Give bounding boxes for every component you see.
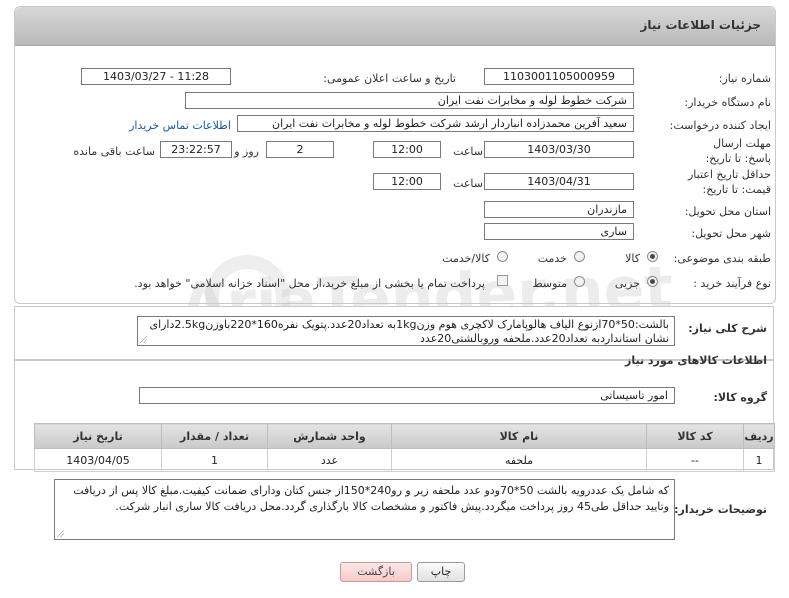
validity-label: حداقل تاریخ اعتبار قیمت: تا تاریخ: [687, 168, 771, 196]
description-text: بالشت:50*70ازنوع الیاف هالوپامارک لاکچری… [137, 316, 675, 346]
resize-grip-icon [140, 336, 147, 343]
description-value: بالشت:50*70ازنوع الیاف هالوپامارک لاکچری… [149, 318, 669, 345]
category-service-label: خدمت [537, 252, 567, 265]
panel-header: جزئیات اطلاعات نیاز [15, 7, 775, 46]
col-qty: تعداد / مقدار [161, 423, 268, 449]
remaining-label: ساعت باقی مانده [73, 145, 155, 158]
col-row: ردیف [743, 423, 775, 449]
panel-title: جزئیات اطلاعات نیاز [640, 18, 761, 32]
province-label: استان محل تحویل: [684, 205, 771, 218]
reply-time-label: ساعت [453, 145, 483, 158]
creator-label: ایجاد کننده درخواست: [669, 119, 771, 132]
buyer-field: شرکت خطوط لوله و مخابرات نفت ایران [185, 92, 634, 109]
col-code: کد کالا [646, 423, 744, 449]
contact-info-link[interactable]: اطلاعات تماس خریدار [129, 119, 231, 132]
creator-field: سعید آفرین محمدزاده انباردار ارشد شرکت خ… [237, 115, 634, 132]
process-label: نوع فرآیند خرید : [693, 277, 771, 290]
category-goods-service-radio[interactable] [497, 251, 508, 262]
cell-row: 1 [743, 448, 775, 472]
need-number-field: 1103001105000959 [484, 68, 634, 85]
announce-field: 1403/03/27 - 11:28 [81, 68, 231, 85]
reply-date-field: 1403/03/30 [484, 141, 634, 158]
buyer-notes-label: توضیحات خریدار: [674, 503, 767, 516]
col-unit: واحد شمارش [267, 423, 392, 449]
cell-code: -- [646, 448, 744, 472]
category-goods-label: کالا [625, 252, 640, 265]
province-field: مازندران [484, 201, 634, 218]
cell-qty: 1 [161, 448, 268, 472]
back-button[interactable]: بازگشت [340, 562, 412, 582]
process-medium-label: متوسط [532, 277, 567, 290]
days-field: 2 [266, 141, 334, 158]
days-label: روز و [234, 145, 259, 158]
cell-name: ملحفه [391, 448, 647, 472]
buyer-label: نام دستگاه خریدار: [684, 96, 771, 109]
col-date: تاریخ نیاز [34, 423, 162, 449]
city-label: شهر محل تحویل: [691, 227, 771, 240]
goods-group-label: گروه کالا: [713, 391, 767, 404]
treasury-note: پرداخت تمام یا بخشی از مبلغ خرید،از محل … [134, 277, 485, 290]
reply-time-field: 12:00 [373, 141, 441, 158]
process-medium-radio[interactable] [574, 276, 585, 287]
treasury-checkbox[interactable] [497, 275, 508, 286]
process-minor-label: جزیی [614, 277, 640, 290]
goods-section-title: اطلاعات کالاهای مورد نیاز [625, 354, 767, 367]
buyer-notes-text: که شامل یک عددرویه بالشت 50*70ودو عدد مل… [54, 479, 675, 540]
category-goods-radio[interactable] [647, 251, 658, 262]
description-label: شرح کلی نیاز: [688, 322, 767, 335]
cell-date: 1403/04/05 [34, 448, 162, 472]
col-name: نام کالا [391, 423, 647, 449]
print-button[interactable]: چاپ [417, 562, 465, 582]
goods-table-header: ردیف کد کالا نام کالا واحد شمارش تعداد /… [34, 423, 775, 449]
goods-group-field: امور تاسیساتی [139, 387, 675, 404]
table-row: 1 -- ملحفه عدد 1 1403/04/05 [34, 448, 775, 472]
validity-time-label: ساعت [453, 177, 483, 190]
cell-unit: عدد [267, 448, 392, 472]
announce-label: تاریخ و ساعت اعلان عمومی: [323, 72, 456, 85]
remaining-time-field: 23:22:57 [160, 141, 232, 158]
goods-table: ردیف کد کالا نام کالا واحد شمارش تعداد /… [34, 423, 775, 472]
validity-date-field: 1403/04/31 [484, 173, 634, 190]
category-goods-service-label: کالا/خدمت [442, 252, 490, 265]
need-number-label: شماره نیاز: [718, 72, 771, 85]
resize-grip-icon [57, 530, 64, 537]
reply-deadline-label: مهلت ارسال پاسخ: تا تاریخ: [705, 137, 771, 165]
buyer-notes-value: که شامل یک عددرویه بالشت 50*70ودو عدد مل… [73, 484, 669, 513]
validity-time-field: 12:00 [373, 173, 441, 190]
process-minor-radio[interactable] [647, 276, 658, 287]
category-service-radio[interactable] [574, 251, 585, 262]
category-label: طبقه بندی موضوعی: [673, 252, 771, 265]
city-field: ساری [484, 223, 634, 240]
